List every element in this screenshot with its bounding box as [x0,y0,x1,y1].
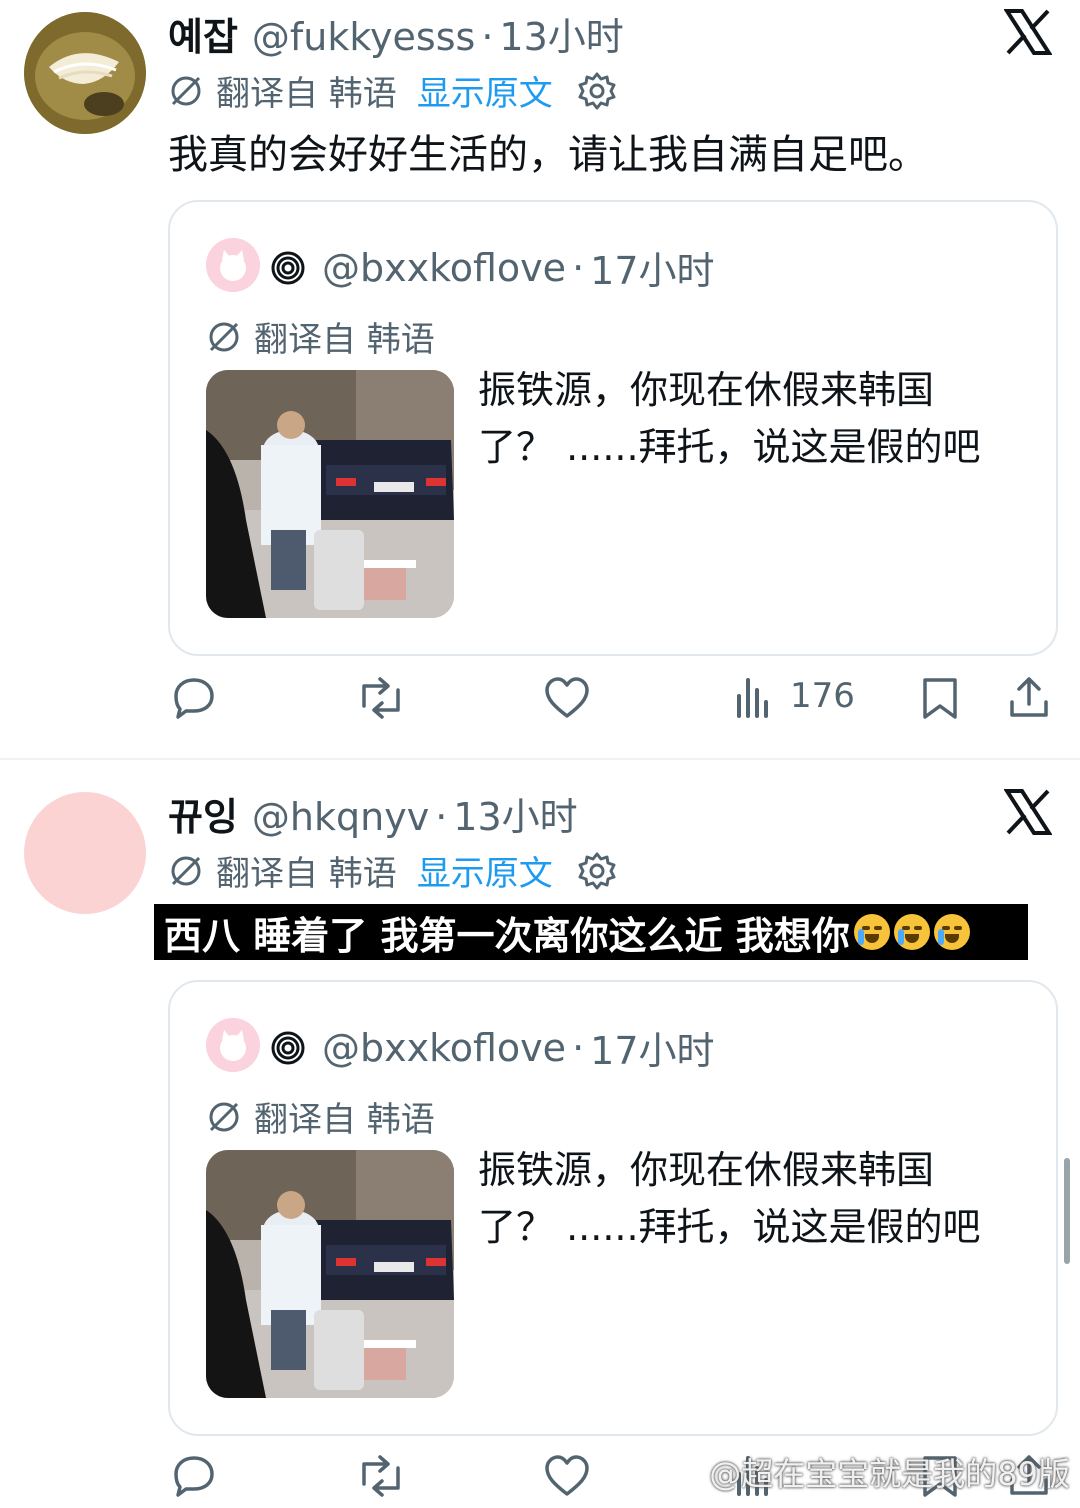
separator-dot: · [481,15,494,59]
quoted-text: 振铁源，你现在休假来韩国 了？ ......拜托，说这是假的吧 [478,1142,1018,1256]
share-icon[interactable] [1008,674,1050,720]
quoted-translation-bar: 翻译自 韩语 [206,312,435,361]
caption-text: 西八 睡着了 我第一次离你这么近 我想你 [164,913,850,958]
like-icon[interactable] [544,676,590,720]
x-logo-icon[interactable] [1004,788,1052,836]
crying-emoji-icon [853,914,890,950]
quoted-tweet[interactable]: @bxxkoflove · 17小时 翻译自 韩语 振铁源，你现在休假来韩国 了… [168,200,1058,656]
display-name[interactable]: 예잡 [168,6,238,61]
separator-dot: · [572,245,585,290]
quoted-text-line-2: 了？ ......拜托，说这是假的吧 [478,1205,981,1249]
gear-icon[interactable] [577,71,617,111]
quoted-avatar[interactable] [206,1018,260,1072]
translated-from-label: 翻译自 韩语 [254,320,435,360]
action-bar: 176 [0,670,1080,730]
display-name[interactable]: 뀨잉 [168,786,238,841]
crying-emoji-icon [893,914,930,950]
spiral-icon [271,1031,305,1064]
views-icon [737,678,768,718]
gear-icon[interactable] [577,851,617,891]
quoted-text-line-1: 振铁源，你现在休假来韩国 [478,1148,935,1192]
quoted-timestamp[interactable]: 17小时 [590,1020,714,1075]
translate-icon [171,76,201,105]
separator-dot: · [572,1025,585,1070]
bookmark-icon[interactable] [920,676,960,720]
translated-from-label: 翻译自 韩语 [216,74,397,114]
quoted-header: @bxxkoflove · 17小时 [270,1020,715,1075]
watermark: @超在宝宝就是我的89版 [709,1455,1070,1493]
views-number: 176 [790,676,855,716]
x-logo-icon[interactable] [1004,8,1052,56]
translate-icon [209,1102,239,1131]
quoted-timestamp[interactable]: 17小时 [590,240,714,295]
quoted-handle[interactable]: @bxxkoflove [322,1026,566,1070]
tweet-header: 뀨잉 @hkqnyv · 13小时 [168,786,578,841]
quoted-photo[interactable] [206,1150,454,1398]
translate-icon [209,322,239,351]
retweet-icon[interactable] [356,1454,406,1498]
quoted-avatar[interactable] [206,238,260,292]
quoted-header: @bxxkoflove · 17小时 [270,240,715,295]
user-handle[interactable]: @fukkyesss [252,15,475,59]
translation-bar: 翻译自 韩语 显示原文 [168,846,617,895]
tweet-header: 예잡 @fukkyesss · 13小时 [168,6,624,61]
quoted-text: 振铁源，你现在休假来韩国 了？ ......拜托，说这是假的吧 [478,362,1018,476]
scrollbar[interactable] [1064,1158,1070,1264]
reply-icon[interactable] [172,1454,216,1498]
quoted-photo[interactable] [206,370,454,618]
avatar[interactable] [24,792,146,914]
like-icon[interactable] [544,1454,590,1498]
show-original-link[interactable]: 显示原文 [417,66,553,115]
translated-from-label: 翻译自 韩语 [216,854,397,894]
quoted-text-line-1: 振铁源，你现在休假来韩国 [478,368,935,412]
user-handle[interactable]: @hkqnyv [252,795,429,839]
separator-dot: · [435,795,448,839]
translated-from-label: 翻译自 韩语 [254,1100,435,1140]
views-count[interactable]: 176 [734,674,855,718]
tweet-text: 我真的会好好生活的，请让我自满自足吧。 [168,132,928,178]
quoted-handle[interactable]: @bxxkoflove [322,246,566,290]
reply-icon[interactable] [172,676,216,720]
quoted-text-line-2: 了？ ......拜托，说这是假的吧 [478,425,981,469]
timestamp[interactable]: 13小时 [453,786,577,841]
quoted-translation-bar: 翻译自 韩语 [206,1092,435,1141]
show-original-link[interactable]: 显示原文 [417,846,553,895]
spiral-icon [271,251,305,284]
crying-emoji-icon [933,914,970,950]
avatar-image [24,12,146,134]
avatar[interactable] [24,12,146,134]
quoted-tweet[interactable]: @bxxkoflove · 17小时 翻译自 韩语 振铁源，你现在休假来韩国 了… [168,980,1058,1436]
timestamp[interactable]: 13小时 [499,6,623,61]
tweet-divider [0,758,1080,760]
caption-overlay: 西八 睡着了 我第一次离你这么近 我想你 [154,904,1028,960]
retweet-icon[interactable] [356,676,406,720]
translation-bar: 翻译自 韩语 显示原文 [168,66,617,115]
translate-icon [171,856,201,885]
